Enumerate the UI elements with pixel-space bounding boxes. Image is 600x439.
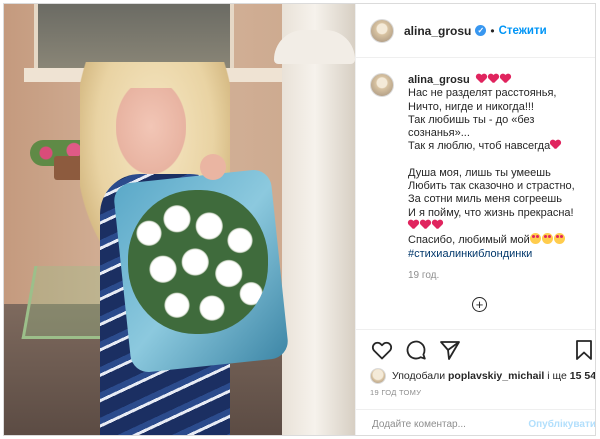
liked-by-and: і ще xyxy=(547,370,567,382)
plus-icon: + xyxy=(475,297,484,312)
caption-line: И я пойму, что жизнь прекрасна! xyxy=(408,206,574,219)
photo-column-capital xyxy=(274,30,355,64)
comment-bar: Опублікувати xyxy=(356,409,595,435)
caption-line: Душа моя, лишь ты умеешь xyxy=(408,166,551,179)
post-actions: Уподобали poplavskiy_michail і ще 15 543… xyxy=(356,329,596,435)
caption-time: 19 год. xyxy=(408,269,440,281)
heart-emoji-icon xyxy=(408,220,419,230)
heart-emoji-icon xyxy=(488,74,499,84)
heart-emoji-icon xyxy=(476,74,487,84)
caption-line: За сотни миль меня согреешь xyxy=(408,193,562,206)
caption-line: Так любишь ты - до «без xyxy=(408,113,535,126)
caption-line: Ничто, нигде и никогда!!! xyxy=(408,100,534,113)
caption-line: Любить так сказочно и страстно, xyxy=(408,180,575,193)
caption-hashtag[interactable]: #стихиалинкиблондинки xyxy=(408,248,592,261)
caption-avatar-wrap xyxy=(370,73,394,97)
photo-face xyxy=(116,88,186,174)
caption-gap xyxy=(408,154,592,167)
comment-input[interactable] xyxy=(370,418,515,431)
liked-by-prefix: Уподобали xyxy=(392,370,446,382)
caption-line: Нас не разделят расстоянья, xyxy=(408,87,557,100)
photo-hand xyxy=(200,154,226,180)
post-header: alina_grosu ✓ • Стежити xyxy=(356,4,595,58)
liked-by-avatar[interactable] xyxy=(370,368,386,384)
heart-emoji-icon xyxy=(550,140,561,150)
header-username[interactable]: alina_grosu xyxy=(404,24,471,38)
post-photo[interactable] xyxy=(4,4,355,435)
heart-emoji-icon xyxy=(500,74,511,84)
heart-eyes-emoji-icon xyxy=(553,233,565,245)
caption-hearts-line xyxy=(408,220,592,233)
comment-icon[interactable] xyxy=(404,338,428,362)
caption-line: Так я люблю, чтоб навсегда xyxy=(408,140,551,153)
post-sidebar: alina_grosu ✓ • Стежити alina_grosu Нас … xyxy=(355,4,596,435)
caption-thanks-line: Спасибо, любимый мой xyxy=(408,233,592,247)
caption-gap xyxy=(408,261,592,269)
heart-emoji-icon xyxy=(432,220,443,230)
heart-emoji-icon xyxy=(420,220,431,230)
caption-text: alina_grosu Нас не разделят расстоянья, … xyxy=(408,74,592,282)
post-timestamp[interactable]: 19 ГОД ТОМУ xyxy=(370,388,421,397)
photo-column xyxy=(282,4,355,435)
liked-by-user[interactable]: poplavskiy_michail xyxy=(448,370,544,382)
caption-avatar[interactable] xyxy=(370,73,394,97)
separator-dot: • xyxy=(490,23,495,38)
liked-by-count[interactable]: 15 543 xyxy=(570,370,595,382)
post-frame: alina_grosu ✓ • Стежити alina_grosu Нас … xyxy=(3,3,596,436)
verified-badge-icon: ✓ xyxy=(475,25,487,36)
load-more-comments-button[interactable]: + xyxy=(472,297,487,312)
caption-area: alina_grosu Нас не разделят расстоянья, … xyxy=(356,57,595,329)
bookmark-icon[interactable] xyxy=(572,338,596,362)
publish-button[interactable]: Опублікувати xyxy=(528,419,595,430)
action-icons xyxy=(370,338,462,362)
heart-icon[interactable] xyxy=(370,338,394,362)
heart-eyes-emoji-icon xyxy=(529,233,541,245)
liked-by: Уподобали poplavskiy_michail і ще 15 543 xyxy=(370,368,595,384)
caption-line: сознанья»... xyxy=(408,127,470,140)
caption-thanks: Спасибо, любимый мой xyxy=(408,234,530,247)
share-icon[interactable] xyxy=(438,338,462,362)
photo-roses xyxy=(128,190,268,334)
caption-line-with-heart: Так я люблю, чтоб навсегда xyxy=(408,140,592,153)
avatar[interactable] xyxy=(370,18,394,43)
caption-username[interactable]: alina_grosu xyxy=(408,74,470,86)
follow-button[interactable]: Стежити xyxy=(499,25,547,37)
caption-first-line: alina_grosu xyxy=(408,74,592,87)
heart-eyes-emoji-icon xyxy=(541,233,553,245)
